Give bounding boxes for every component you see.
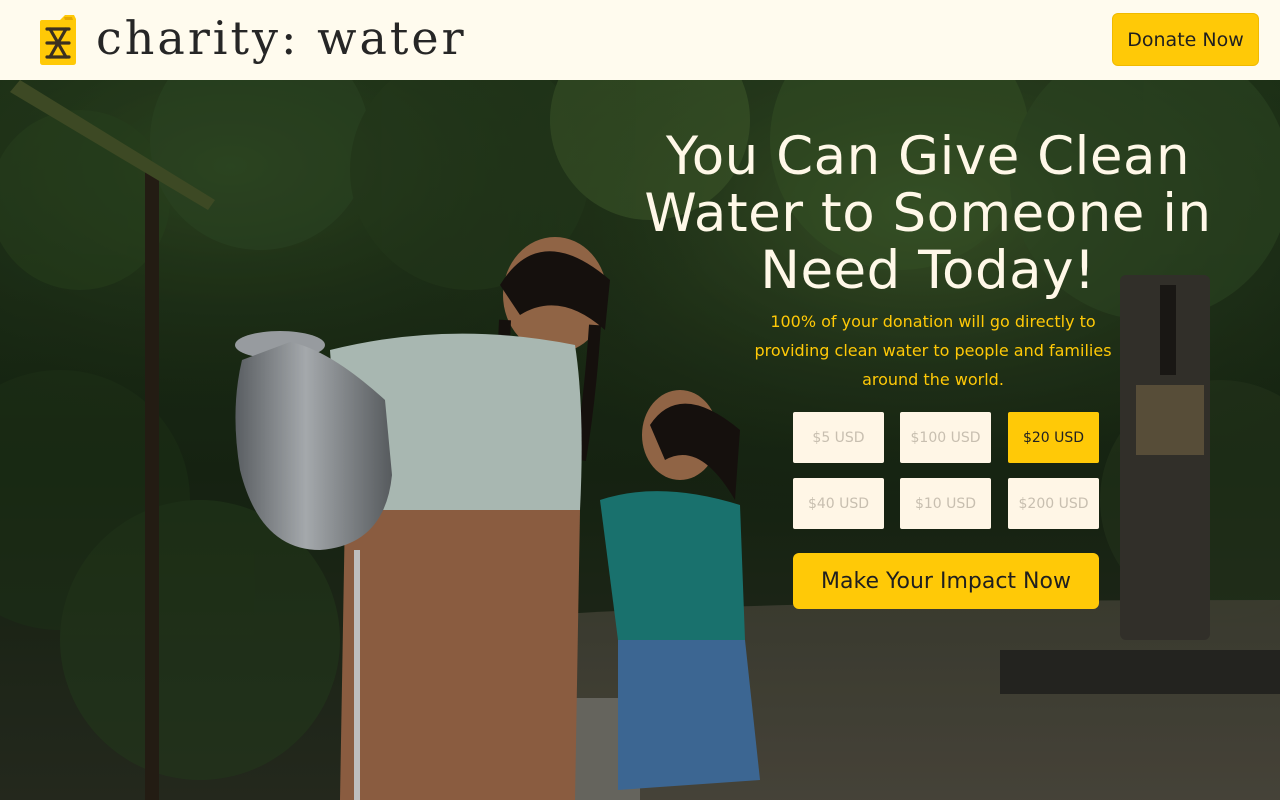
amount-option-10[interactable]: $10 USD [900, 478, 991, 529]
hero-section: You Can Give Clean Water to Someone in N… [0, 80, 1280, 800]
make-impact-button[interactable]: Make Your Impact Now [793, 553, 1099, 609]
amount-option-40[interactable]: $40 USD [793, 478, 884, 529]
brand-logo[interactable]: charity: water [38, 13, 467, 67]
donate-now-button[interactable]: Donate Now [1112, 13, 1259, 66]
amount-option-200[interactable]: $200 USD [1008, 478, 1099, 529]
donation-amount-options: $5 USD $100 USD $20 USD $40 USD $10 USD … [793, 412, 1100, 529]
amount-option-20[interactable]: $20 USD [1008, 412, 1099, 463]
hero-subtext: 100% of your donation will go directly t… [754, 312, 1112, 389]
logo-text: charity: water [96, 11, 467, 65]
jerrycan-icon [40, 15, 76, 65]
amount-option-100[interactable]: $100 USD [900, 412, 991, 463]
amount-option-5[interactable]: $5 USD [793, 412, 884, 463]
hero-headline: You Can Give Clean Water to Someone in N… [644, 126, 1212, 301]
site-header: charity: water Donate Now [0, 0, 1280, 80]
